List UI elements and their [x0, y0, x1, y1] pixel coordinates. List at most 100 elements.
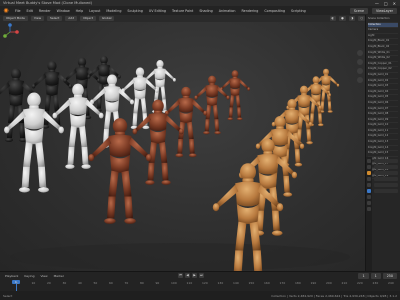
tab-rendering[interactable]: Rendering: [239, 9, 262, 13]
menu-help[interactable]: Help: [73, 9, 87, 13]
frame-tick-label: 70: [124, 281, 129, 285]
tab-modeling[interactable]: Modeling: [103, 9, 124, 13]
play-reverse-icon[interactable]: ◀: [184, 273, 190, 278]
jump-start-icon[interactable]: ⏮: [177, 273, 183, 278]
tab-texture-paint[interactable]: Texture Paint: [169, 9, 196, 13]
frame-tick-label: 200: [326, 281, 332, 285]
output-tab-icon[interactable]: [367, 171, 371, 175]
timeline-view-menu[interactable]: View: [38, 274, 49, 278]
view-layer-field[interactable]: ViewLayer: [371, 7, 397, 14]
modifier-tab-icon[interactable]: [367, 201, 371, 205]
frame-tick-label: 140: [233, 281, 239, 285]
minimize-icon[interactable]: —: [375, 1, 379, 6]
material-shading-icon[interactable]: ◑: [348, 16, 356, 21]
frame-range: 1 1 250: [358, 272, 400, 279]
select-menu[interactable]: Select: [47, 16, 63, 21]
tool-tab-icon[interactable]: [367, 159, 371, 163]
solid-shading-icon[interactable]: ●: [339, 16, 346, 21]
frame-tick-label: 160: [264, 281, 270, 285]
status-bar: Select Collection | Verts 2,484,920 | Fa…: [0, 291, 400, 300]
status-left: Select: [3, 293, 13, 298]
frame-tick-label: 240: [388, 281, 394, 285]
tab-compositing[interactable]: Compositing: [261, 9, 288, 13]
timeline: Playback Keying View Marker ⏮ ◀ ▶ ⏭ 1 1 …: [0, 271, 400, 292]
menu-render[interactable]: Render: [36, 9, 54, 13]
object-tab-icon[interactable]: [367, 195, 371, 199]
blender-logo-icon[interactable]: ◉: [2, 7, 10, 15]
menu-bar: ◉ File Edit Render Window Help Layout Mo…: [0, 6, 400, 15]
scene-selector: Scene ViewLayer: [349, 7, 400, 14]
scene-render: [0, 55, 350, 271]
close-icon[interactable]: ✕: [393, 1, 396, 6]
view-menu[interactable]: View: [30, 16, 45, 21]
jump-end-icon[interactable]: ⏭: [198, 273, 204, 278]
frame-tick-label: 110: [186, 281, 193, 285]
properties-editor: [366, 157, 400, 271]
viewport-header: Object Mode View Select Add Object Globa…: [0, 15, 365, 22]
frame-tick-label: 100: [171, 281, 177, 285]
frame-tick-label: 150: [248, 281, 255, 285]
maximize-icon[interactable]: □: [384, 1, 388, 6]
timeline-header: Playback Keying View Marker ⏮ ◀ ▶ ⏭ 1 1 …: [0, 272, 400, 279]
tab-animation[interactable]: Animation: [216, 9, 239, 13]
frame-tick-label: 60: [109, 281, 113, 285]
tab-uv-editing[interactable]: UV Editing: [146, 9, 169, 13]
pan-icon[interactable]: [357, 59, 363, 65]
tab-scripting[interactable]: Scripting: [288, 9, 309, 13]
menu-edit[interactable]: Edit: [24, 9, 36, 13]
frame-tick-label: 50: [93, 281, 98, 285]
add-menu[interactable]: Add: [65, 16, 78, 21]
render-tab-icon[interactable]: [367, 165, 371, 169]
material-tab-icon[interactable]: [367, 207, 371, 211]
scene-statistics: Collection | Verts 2,484,920 | Faces 2,4…: [271, 293, 397, 298]
viewport-overlays-icon[interactable]: ◐: [329, 16, 337, 21]
object-menu[interactable]: Object: [80, 16, 96, 21]
playback-controls: ⏮ ◀ ▶ ⏭: [177, 273, 204, 278]
end-frame-field[interactable]: 250: [382, 272, 397, 279]
scene-tab-icon[interactable]: [367, 183, 371, 187]
right-panels: Scene Collection Collection Camera Light Kni…: [365, 15, 400, 271]
window-controls: — □ ✕: [375, 1, 400, 6]
window-title: Virtual Meet Buddy's Stove Mod (Clone Mu…: [3, 1, 92, 5]
frame-tick-label: 180: [295, 281, 301, 285]
frame-tick-label: 10: [31, 281, 36, 285]
menu-file[interactable]: File: [12, 9, 24, 13]
tab-shading[interactable]: Shading: [196, 9, 215, 13]
frame-tick-label: 0: [16, 281, 18, 285]
perspective-toggle-icon[interactable]: [357, 77, 363, 83]
scene-field[interactable]: Scene: [349, 7, 368, 14]
keying-menu[interactable]: Keying: [22, 274, 36, 278]
navigation-gizmo-icon[interactable]: [0, 22, 20, 42]
tab-layout[interactable]: Layout: [86, 9, 103, 13]
start-frame-field[interactable]: 1: [370, 272, 381, 279]
camera-view-icon[interactable]: [357, 68, 363, 74]
menu-window[interactable]: Window: [54, 9, 73, 13]
viewport-navigation-buttons: [357, 50, 363, 83]
frame-tick-label: 30: [62, 281, 67, 285]
render-shading-icon[interactable]: ○: [358, 16, 365, 21]
current-frame-field[interactable]: 1: [358, 272, 369, 279]
playback-menu[interactable]: Playback: [3, 274, 20, 278]
view-layer-tab-icon[interactable]: [367, 177, 371, 181]
frame-tick-label: 210: [341, 281, 348, 285]
frame-tick-label: 130: [217, 281, 224, 285]
tab-sculpting[interactable]: Sculpting: [124, 9, 145, 13]
properties-content: [372, 157, 400, 271]
frame-tick-label: 120: [202, 281, 208, 285]
marker-menu[interactable]: Marker: [52, 274, 66, 278]
frame-tick-label: 220: [357, 281, 363, 285]
frame-tick-label: 190: [310, 281, 317, 285]
frame-tick-label: 170: [279, 281, 286, 285]
outliner[interactable]: Scene Collection Collection Camera Light Kni…: [366, 15, 400, 180]
play-icon[interactable]: ▶: [191, 273, 197, 278]
frame-tick-label: 80: [140, 281, 144, 285]
mode-dropdown[interactable]: Object Mode: [3, 16, 28, 21]
world-tab-icon[interactable]: [367, 189, 371, 193]
frame-tick-label: 230: [372, 281, 379, 285]
frame-tick-label: 90: [155, 281, 160, 285]
zoom-icon[interactable]: [357, 50, 363, 56]
transform-orientation[interactable]: Global: [98, 16, 115, 21]
frame-tick-label: 40: [78, 281, 82, 285]
frame-tick-label: 20: [47, 281, 51, 285]
3d-viewport[interactable]: [0, 22, 365, 271]
